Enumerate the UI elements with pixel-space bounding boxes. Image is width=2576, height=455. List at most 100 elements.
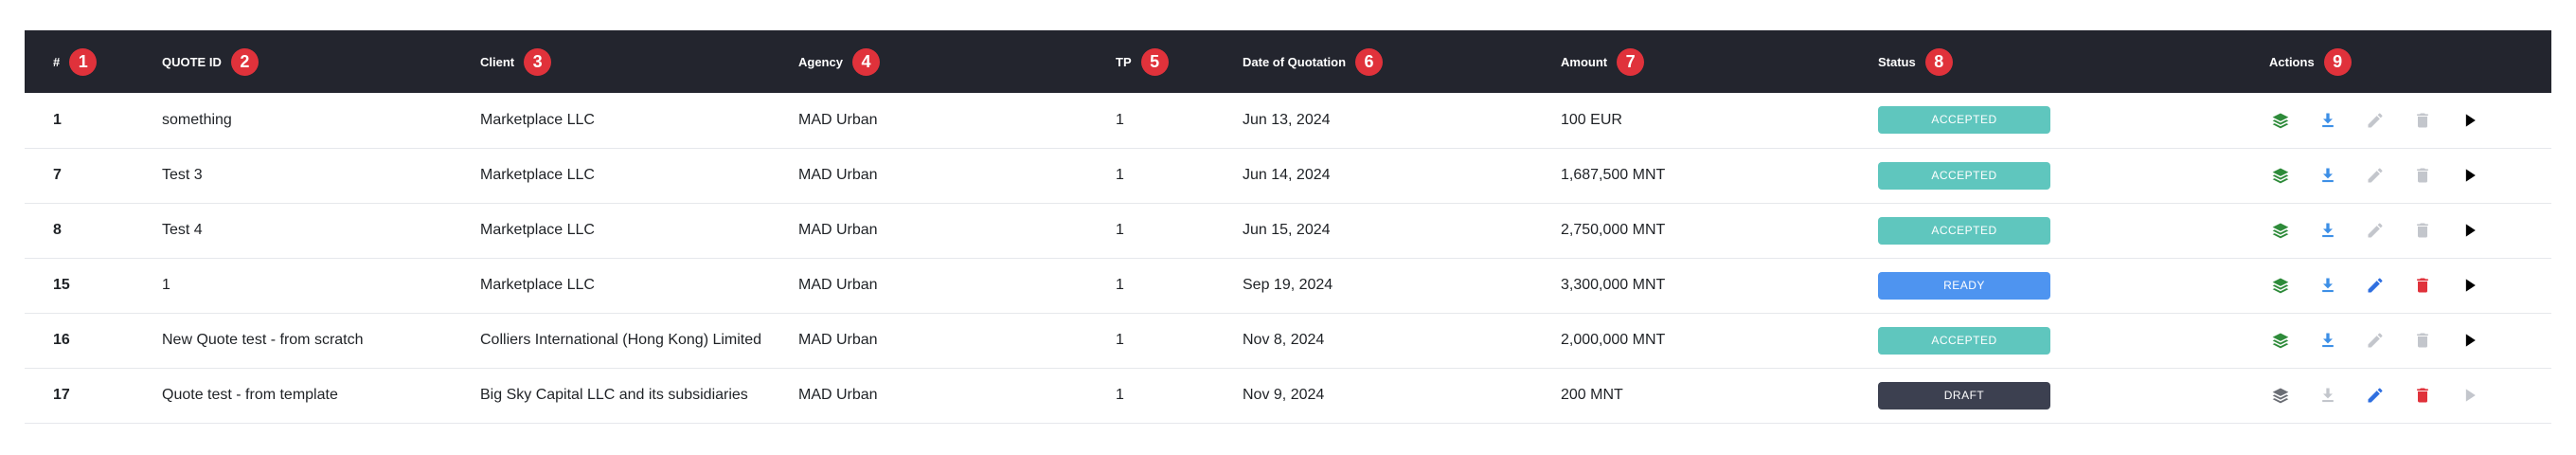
tp-cell: 1 bbox=[1116, 167, 1124, 183]
edit-button bbox=[2364, 329, 2387, 352]
download-icon bbox=[2322, 113, 2334, 127]
versions-button[interactable] bbox=[2269, 164, 2292, 187]
date-cell: Jun 14, 2024 bbox=[1243, 167, 1331, 183]
agency-cell: MAD Urban bbox=[798, 332, 878, 348]
quote-id-cell: New Quote test - from scratch bbox=[162, 332, 364, 348]
quote-id-cell: 1 bbox=[162, 277, 170, 293]
col-date-header[interactable]: Date of Quotation 6 bbox=[1214, 30, 1532, 93]
open-button[interactable] bbox=[2459, 274, 2481, 297]
column-number-badge: 7 bbox=[1617, 47, 1645, 76]
row-number: 8 bbox=[53, 222, 62, 238]
table-row[interactable]: 17 Quote test - from template Big Sky Capi… bbox=[25, 368, 2551, 423]
table-row[interactable]: 16 New Quote test - from scratch Colliers … bbox=[25, 313, 2551, 368]
tp-cell: 1 bbox=[1116, 277, 1124, 293]
status-cell: DRAFT bbox=[1850, 368, 2241, 423]
quote-id-cell: Quote test - from template bbox=[162, 387, 338, 403]
edit-icon bbox=[2368, 113, 2383, 128]
quotes-table: #1 QUOTE ID 2 Client 3 Agency 4 TP 5 Date of Quot… bbox=[25, 30, 2551, 424]
agency-cell: MAD Urban bbox=[798, 111, 878, 128]
download-button bbox=[2317, 384, 2339, 407]
edit-button[interactable] bbox=[2364, 384, 2387, 407]
column-header-label: # bbox=[53, 54, 61, 69]
row-number: 17 bbox=[53, 387, 70, 403]
open-button[interactable] bbox=[2459, 109, 2481, 132]
tp-cell: 1 bbox=[1116, 111, 1124, 128]
edit-icon bbox=[2368, 168, 2383, 183]
open-button[interactable] bbox=[2459, 329, 2481, 352]
tp-cell: 1 bbox=[1116, 387, 1124, 403]
edit-button[interactable] bbox=[2364, 274, 2387, 297]
column-number-badge: 5 bbox=[1140, 47, 1169, 76]
layers-icon bbox=[2272, 223, 2289, 239]
delete-button[interactable] bbox=[2411, 384, 2434, 407]
edit-icon bbox=[2368, 223, 2383, 238]
agency-cell: MAD Urban bbox=[798, 387, 878, 403]
table-row[interactable]: 1 something Marketplace LLC MAD Urban 1 Jun 1… bbox=[25, 93, 2551, 148]
table-row[interactable]: 7 Test 3 Marketplace LLC MAD Urban 1 Jun 14, … bbox=[25, 148, 2551, 203]
status-cell: ACCEPTED bbox=[1850, 313, 2241, 368]
client-cell: Marketplace LLC bbox=[480, 277, 595, 293]
edit-icon bbox=[2368, 278, 2383, 293]
status-badge: ACCEPTED bbox=[1878, 216, 2050, 245]
col-amount-header[interactable]: Amount 7 bbox=[1532, 30, 1850, 93]
date-cell: Sep 19, 2024 bbox=[1243, 277, 1333, 293]
col-actions-header[interactable]: Actions 9 bbox=[2241, 30, 2551, 93]
versions-button[interactable] bbox=[2269, 274, 2292, 297]
download-button[interactable] bbox=[2317, 274, 2339, 297]
quote-id-cell: Test 4 bbox=[162, 222, 203, 238]
date-cell: Nov 9, 2024 bbox=[1243, 387, 1325, 403]
column-header-label: Actions bbox=[2269, 54, 2315, 69]
download-button[interactable] bbox=[2317, 164, 2339, 187]
status-badge: ACCEPTED bbox=[1878, 106, 2050, 135]
download-button[interactable] bbox=[2317, 329, 2339, 352]
quote-id-cell: something bbox=[162, 111, 232, 128]
row-number: 16 bbox=[53, 332, 70, 348]
col-client-header[interactable]: Client 3 bbox=[452, 30, 770, 93]
row-number: 1 bbox=[53, 111, 62, 128]
client-cell: Marketplace LLC bbox=[480, 222, 595, 238]
open-button[interactable] bbox=[2459, 219, 2481, 242]
col-quote-id-header[interactable]: QUOTE ID 2 bbox=[134, 30, 452, 93]
column-header-label: TP bbox=[1116, 54, 1132, 69]
column-header-label: Client bbox=[480, 54, 515, 69]
column-number-badge: 3 bbox=[524, 47, 552, 76]
actions-cell bbox=[2241, 93, 2551, 148]
play-icon bbox=[2465, 279, 2476, 292]
actions-cell bbox=[2241, 313, 2551, 368]
play-icon bbox=[2465, 114, 2476, 127]
column-header-label: Date of Quotation bbox=[1243, 54, 1347, 69]
amount-cell: 2,000,000 MNT bbox=[1561, 332, 1666, 348]
col-agency-header[interactable]: Agency 4 bbox=[770, 30, 1087, 93]
versions-button[interactable] bbox=[2269, 384, 2292, 407]
date-cell: Jun 15, 2024 bbox=[1243, 222, 1331, 238]
download-icon bbox=[2322, 388, 2334, 403]
col-status-header[interactable]: Status 8 bbox=[1850, 30, 2241, 93]
status-badge: DRAFT bbox=[1878, 381, 2050, 410]
versions-button[interactable] bbox=[2269, 109, 2292, 132]
col-tp-header[interactable]: TP 5 bbox=[1087, 30, 1214, 93]
versions-button[interactable] bbox=[2269, 219, 2292, 242]
column-number-badge: 9 bbox=[2323, 47, 2352, 76]
status-badge: ACCEPTED bbox=[1878, 161, 2050, 190]
open-button[interactable] bbox=[2459, 164, 2481, 187]
play-icon bbox=[2465, 169, 2476, 182]
amount-cell: 2,750,000 MNT bbox=[1561, 222, 1666, 238]
download-button[interactable] bbox=[2317, 109, 2339, 132]
client-cell: Marketplace LLC bbox=[480, 167, 595, 183]
tp-cell: 1 bbox=[1116, 332, 1124, 348]
download-button[interactable] bbox=[2317, 219, 2339, 242]
delete-button[interactable] bbox=[2411, 274, 2434, 297]
actions-cell bbox=[2241, 148, 2551, 203]
delete-icon bbox=[2417, 388, 2428, 403]
col-number-header[interactable]: #1 bbox=[25, 30, 134, 93]
column-header-label: Status bbox=[1878, 54, 1916, 69]
layers-icon bbox=[2272, 113, 2289, 129]
actions-cell bbox=[2241, 258, 2551, 313]
table-header: #1 QUOTE ID 2 Client 3 Agency 4 TP 5 Date of Quot… bbox=[25, 30, 2551, 93]
table-row[interactable]: 15 1 Marketplace LLC MAD Urban 1 Sep 19, 2024… bbox=[25, 258, 2551, 313]
delete-icon bbox=[2417, 223, 2428, 238]
agency-cell: MAD Urban bbox=[798, 277, 878, 293]
layers-icon bbox=[2272, 333, 2289, 349]
table-row[interactable]: 8 Test 4 Marketplace LLC MAD Urban 1 Jun 15, … bbox=[25, 203, 2551, 258]
versions-button[interactable] bbox=[2269, 329, 2292, 352]
